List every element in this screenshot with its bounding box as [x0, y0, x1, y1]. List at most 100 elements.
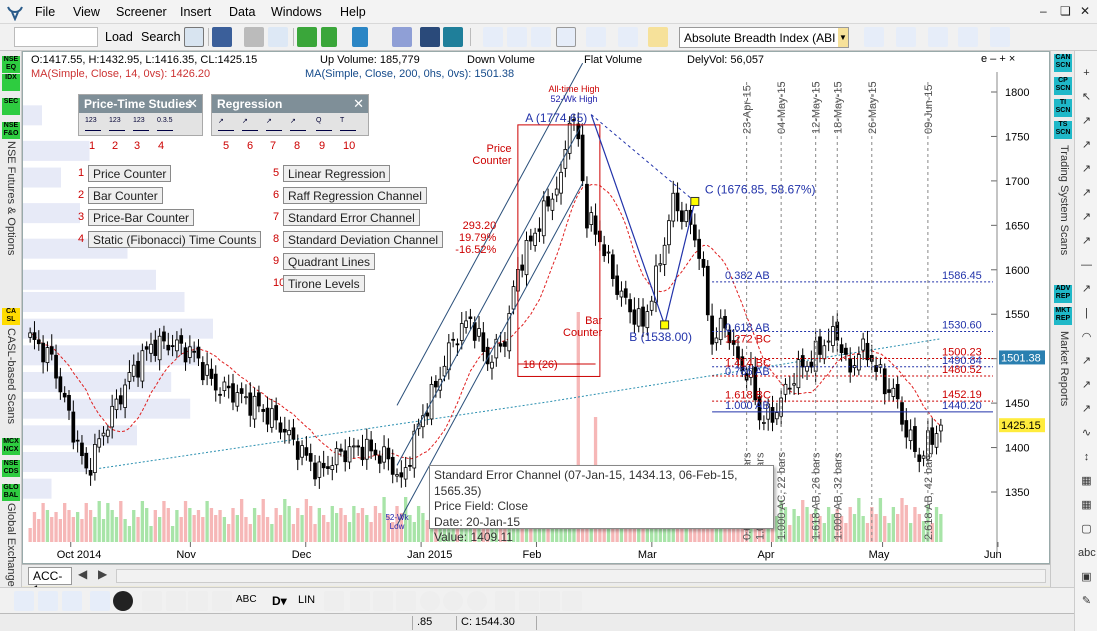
exchange-badge-4[interactable]: CA SL [2, 308, 20, 325]
chart-tab[interactable]: ACC-1 [28, 567, 72, 597]
rect-icon[interactable]: ▣ [1078, 569, 1095, 586]
pen-tool-icon[interactable]: ✎ [1078, 593, 1095, 610]
menu-screener[interactable]: Screener [116, 5, 167, 19]
candle-icon[interactable] [483, 27, 503, 47]
cursor-icon[interactable] [184, 27, 204, 47]
print-icon[interactable] [244, 27, 264, 47]
pan-icon[interactable] [495, 591, 515, 611]
triangle-icon[interactable] [188, 591, 208, 611]
pattern-icon[interactable] [166, 591, 186, 611]
grid-icon[interactable] [443, 27, 463, 47]
bar-icon[interactable] [507, 27, 527, 47]
legend-right-1[interactable]: Raff Regression Channel [283, 187, 427, 204]
close-icon[interactable]: ✕ [187, 96, 198, 112]
sl-icon[interactable]: ↗ [1078, 161, 1095, 178]
hatch-icon[interactable]: ▦ [1078, 473, 1095, 490]
legend-left-3[interactable]: Static (Fibonacci) Time Counts [88, 231, 262, 248]
raff-channel-icon[interactable]: ↗ [242, 117, 258, 131]
compare-icon[interactable] [586, 27, 606, 47]
copy-icon[interactable] [268, 27, 288, 47]
price-bar-counter-icon[interactable]: 123 [133, 117, 149, 131]
tab-scroll-left-icon[interactable]: ◀ [78, 567, 87, 581]
exchange-badge-2[interactable]: SEC [2, 98, 20, 115]
menu-insert[interactable]: Insert [180, 5, 211, 19]
menu-view[interactable]: View [73, 5, 100, 19]
ray-icon[interactable]: ↗ [1078, 281, 1095, 298]
m-icon[interactable] [352, 27, 368, 47]
gann-icon[interactable]: ↗ [1078, 401, 1095, 418]
arc-icon[interactable]: ◠ [1078, 329, 1095, 346]
legend-right-4[interactable]: Quadrant Lines [283, 253, 376, 270]
vline-icon[interactable]: | [1078, 305, 1095, 322]
ma-icon[interactable] [618, 27, 638, 47]
chart-area[interactable]: 1350140014501500155016001650170017501800… [22, 51, 1050, 564]
legend-right-0[interactable]: Linear Regression [283, 165, 391, 182]
static-time-counts-icon[interactable]: 0.3.5 [157, 117, 173, 131]
close-icon[interactable]: ✕ [353, 96, 364, 112]
pvt-icon[interactable] [896, 27, 916, 47]
chart-window-controls[interactable]: e – + × [981, 53, 1015, 65]
52wk-icon[interactable] [556, 27, 576, 47]
zoom-in-icon[interactable] [467, 591, 487, 611]
back-icon[interactable] [142, 591, 162, 611]
menu-data[interactable]: Data [229, 5, 255, 19]
wedge-icon[interactable] [212, 591, 232, 611]
channel-2-icon[interactable]: ↗ [1078, 233, 1095, 250]
zoom-icon[interactable] [420, 591, 440, 611]
network-icon[interactable] [392, 27, 412, 47]
hline-icon[interactable]: — [1078, 257, 1095, 274]
scan-badge-4[interactable]: ADV REP [1054, 285, 1072, 303]
sidebar-label[interactable]: Trading System Scans [1058, 145, 1070, 255]
tools-icon[interactable] [928, 27, 948, 47]
trendline-icon[interactable]: ↗ [1078, 113, 1095, 130]
sidebar-label[interactable]: CASL-based Scans [5, 328, 17, 424]
display-icon[interactable] [420, 27, 440, 47]
cycles-icon[interactable] [90, 591, 110, 611]
cycle-icon[interactable]: ∿ [1078, 425, 1095, 442]
sidebar-label[interactable]: Global Exchanges [5, 503, 17, 592]
box-icon[interactable]: ▢ [1078, 521, 1095, 538]
bars-icon[interactable] [562, 591, 582, 611]
legend-left-2[interactable]: Price-Bar Counter [88, 209, 195, 226]
sidebar-label[interactable]: Market Reports [1058, 331, 1070, 406]
scan-badge-2[interactable]: TI SCN [1054, 99, 1072, 117]
fib-ret-icon[interactable] [38, 591, 58, 611]
minimize-icon[interactable]: – [1040, 4, 1047, 18]
legend-right-5[interactable]: Tirone Levels [283, 275, 365, 292]
tab-scroll-right-icon[interactable]: ▶ [98, 567, 107, 581]
menu-windows[interactable]: Windows [271, 5, 322, 19]
chain-icon[interactable] [324, 591, 344, 611]
quadrant-lines-icon[interactable]: Q [316, 117, 332, 131]
lin-button[interactable]: LIN [298, 594, 315, 606]
legend-left-0[interactable]: Price Counter [88, 165, 172, 182]
expand-icon[interactable] [373, 591, 393, 611]
exchange-badge-7[interactable]: GLO BAL [2, 484, 20, 501]
exchange-badge-5[interactable]: MCX NCX [2, 438, 20, 455]
up-arrow-icon[interactable] [321, 27, 337, 47]
legend-left-1[interactable]: Bar Counter [88, 187, 163, 204]
sl-2-icon[interactable]: ↗ [1078, 185, 1095, 202]
draw-icon[interactable] [14, 591, 34, 611]
legend-right-3[interactable]: Standard Deviation Channel [283, 231, 444, 248]
restore-icon[interactable]: ❏ [1060, 4, 1071, 18]
price-counter-icon[interactable]: 123 [85, 117, 101, 131]
exchange-badge-3[interactable]: NSE F&O [2, 122, 20, 139]
legend-right-2[interactable]: Standard Error Channel [283, 209, 420, 226]
scan-badge-3[interactable]: TS SCN [1054, 121, 1072, 139]
dw-icon[interactable] [297, 27, 317, 47]
fibo-icon[interactable] [864, 27, 884, 47]
menu-help[interactable]: Help [340, 5, 366, 19]
tas-icon[interactable] [958, 27, 978, 47]
exchange-badge-0[interactable]: NSE EQ [2, 56, 20, 73]
std-error-channel-icon[interactable]: ↗ [266, 117, 282, 131]
ellipse-icon[interactable] [62, 591, 82, 611]
indicator-icon[interactable] [648, 27, 668, 47]
text-tool-icon[interactable]: abc [1078, 545, 1096, 562]
zoom-fit-icon[interactable] [350, 591, 370, 611]
scan-badge-0[interactable]: CAN SCN [1054, 54, 1072, 72]
std-dev-channel-icon[interactable]: ↗ [290, 117, 306, 131]
exchange-badge-1[interactable]: IDX [2, 74, 20, 91]
linear-regression-icon[interactable]: ↗ [218, 117, 234, 131]
fan-icon[interactable]: ↗ [1078, 353, 1095, 370]
channel-icon[interactable]: ↗ [1078, 209, 1095, 226]
